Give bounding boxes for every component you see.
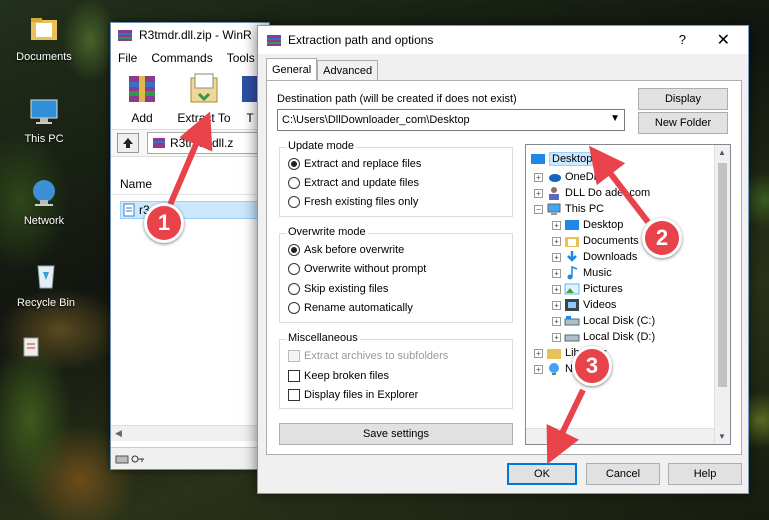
- step-marker-2: 2: [642, 218, 682, 258]
- step-number: 3: [585, 353, 599, 378]
- step-marker-1: 1: [144, 203, 184, 243]
- step-number: 2: [655, 225, 669, 250]
- step-marker-3: 3: [572, 346, 612, 386]
- tutorial-arrows: [167, 111, 651, 465]
- step-number: 1: [157, 210, 171, 235]
- arrow-step-1: [167, 111, 213, 207]
- arrow-step-2: [588, 145, 651, 224]
- arrow-step-3: [546, 388, 586, 465]
